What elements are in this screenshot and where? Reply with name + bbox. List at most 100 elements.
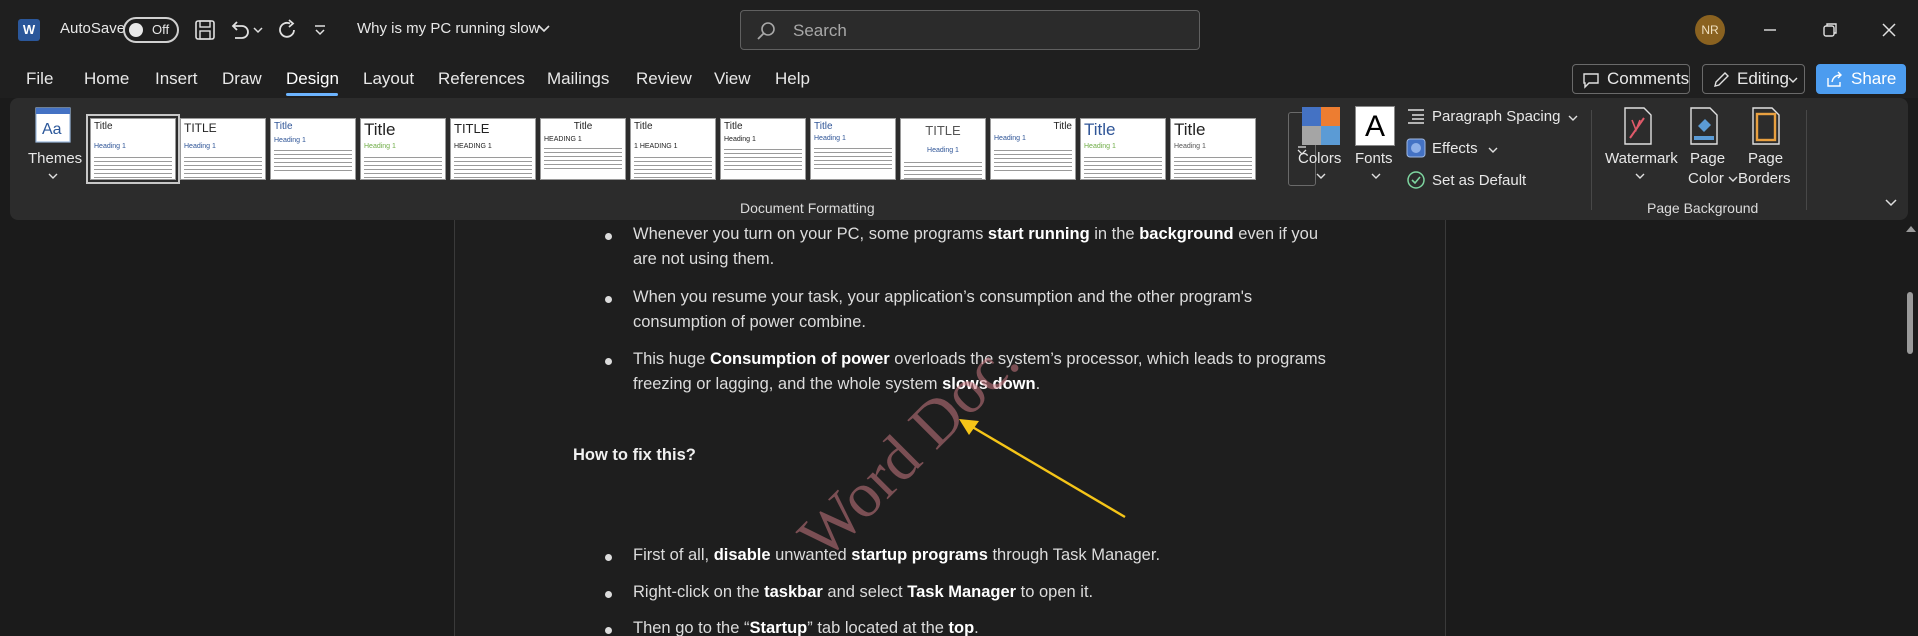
document-title[interactable]: Why is my PC running slow: [357, 20, 540, 37]
checkmark-icon[interactable]: [1406, 170, 1426, 190]
style-set-thumb[interactable]: Title Heading 1: [270, 118, 356, 180]
themes-icon[interactable]: Aa: [34, 106, 72, 144]
user-avatar[interactable]: NR: [1695, 15, 1725, 45]
undo-icon[interactable]: [225, 16, 253, 44]
style-set-thumb[interactable]: Title Heading 1: [720, 118, 806, 180]
scroll-thumb[interactable]: [1907, 292, 1913, 354]
colors-chevron-down-icon[interactable]: [1316, 172, 1326, 180]
share-icon: [1827, 71, 1842, 87]
watermark-chevron-icon[interactable]: [1635, 172, 1645, 180]
tab-layout[interactable]: Layout: [363, 69, 414, 89]
style-set-thumb[interactable]: Title Heading 1: [810, 118, 896, 180]
watermark-label[interactable]: Watermark: [1605, 150, 1678, 167]
save-icon[interactable]: [191, 16, 219, 44]
colors-label[interactable]: Colors: [1298, 150, 1341, 167]
paragraph-spacing-icon[interactable]: [1406, 106, 1426, 126]
style-heading-text: Heading 1: [724, 136, 756, 143]
bullet-marker: [605, 554, 612, 561]
tab-help[interactable]: Help: [775, 69, 810, 89]
tab-mailings[interactable]: Mailings: [547, 69, 609, 89]
effects-label[interactable]: Effects: [1432, 140, 1478, 157]
page-background-group-label: Page Background: [1647, 200, 1759, 216]
ribbon-separator: [1806, 110, 1807, 210]
list-item[interactable]: Whenever you turn on your PC, some progr…: [633, 222, 1318, 271]
scroll-up-arrow-icon[interactable]: [1906, 226, 1916, 232]
section-heading[interactable]: How to fix this?: [573, 446, 696, 465]
style-set-thumb[interactable]: Title Heading 1: [990, 118, 1076, 180]
comments-button[interactable]: Comments: [1572, 64, 1690, 94]
style-body-lines: [364, 154, 442, 178]
style-set-thumb[interactable]: Title HEADING 1: [540, 118, 626, 180]
style-set-thumb[interactable]: Title Heading 1: [1080, 118, 1166, 180]
themes-label[interactable]: Themes: [28, 150, 82, 167]
style-heading-text: Heading 1: [994, 135, 1026, 142]
effects-icon[interactable]: [1406, 138, 1426, 158]
style-heading-text: HEADING 1: [544, 136, 582, 143]
document-formatting-group-label: Document Formatting: [740, 200, 875, 216]
list-item[interactable]: When you resume your task, your applicat…: [633, 285, 1252, 334]
style-body-lines: [454, 154, 532, 178]
set-as-default-label[interactable]: Set as Default: [1432, 172, 1526, 189]
list-item[interactable]: First of all, disable unwanted startup p…: [633, 543, 1160, 568]
restore-icon[interactable]: [1814, 14, 1846, 46]
page-color-icon[interactable]: [1688, 106, 1720, 146]
tab-home[interactable]: Home: [84, 69, 129, 89]
list-item[interactable]: Right-click on the taskbar and select Ta…: [633, 580, 1093, 605]
collapse-ribbon-chevron-icon[interactable]: [1884, 198, 1898, 208]
watermark-icon[interactable]: [1622, 106, 1654, 146]
autosave-toggle[interactable]: Off: [123, 17, 179, 43]
style-title-text: Title: [364, 120, 396, 139]
tab-view[interactable]: View: [714, 69, 751, 89]
undo-dropdown-chevron-icon[interactable]: [252, 16, 264, 44]
style-title-text: Title: [1053, 121, 1072, 132]
style-body-lines: [994, 147, 1072, 171]
style-body-lines: [1174, 154, 1252, 178]
style-heading-text: Heading 1: [274, 137, 306, 144]
themes-chevron-down-icon[interactable]: [48, 172, 58, 180]
paragraph-spacing-chevron-icon[interactable]: [1568, 114, 1578, 122]
paragraph-spacing-label[interactable]: Paragraph Spacing: [1432, 108, 1560, 125]
share-button[interactable]: Share: [1816, 64, 1906, 94]
arrow-annotation-icon: [959, 419, 1126, 519]
toggle-knob: [129, 23, 143, 37]
tab-references[interactable]: References: [438, 69, 525, 89]
style-set-thumb[interactable]: Title Heading 1: [86, 114, 180, 184]
tab-design[interactable]: Design: [286, 69, 339, 89]
tab-file[interactable]: File: [26, 69, 53, 89]
minimize-icon[interactable]: [1754, 14, 1786, 46]
style-set-thumb[interactable]: Title Heading 1: [360, 118, 446, 180]
style-set-thumb[interactable]: Title 1 HEADING 1: [630, 118, 716, 180]
effects-chevron-icon[interactable]: [1488, 146, 1498, 154]
redo-icon[interactable]: [274, 16, 302, 44]
list-item[interactable]: Then go to the “Startup” tab located at …: [633, 616, 979, 636]
document-canvas[interactable]: Whenever you turn on your PC, some progr…: [0, 220, 1918, 636]
tab-draw[interactable]: Draw: [222, 69, 262, 89]
tab-insert[interactable]: Insert: [155, 69, 198, 89]
customize-quick-access-icon[interactable]: [312, 16, 328, 44]
vertical-scrollbar[interactable]: [1903, 220, 1918, 636]
tab-review[interactable]: Review: [636, 69, 692, 89]
style-set-thumb[interactable]: Title Heading 1: [1170, 118, 1256, 180]
editing-chevron-down-icon: [1788, 77, 1798, 83]
style-body-lines: [274, 147, 352, 171]
title-chevron-down-icon[interactable]: [536, 18, 552, 38]
search-box[interactable]: Search: [740, 10, 1200, 50]
close-icon[interactable]: [1873, 14, 1905, 46]
style-heading-text: Heading 1: [1084, 143, 1116, 150]
editing-mode-button[interactable]: Editing: [1702, 64, 1805, 94]
style-set-thumb[interactable]: TITLE Heading 1: [900, 118, 986, 180]
ribbon-separator: [1591, 110, 1592, 210]
style-set-thumb[interactable]: TITLE HEADING 1: [450, 118, 536, 180]
fonts-label[interactable]: Fonts: [1355, 150, 1393, 167]
page-borders-label-line2[interactable]: Borders: [1738, 170, 1791, 187]
fonts-chevron-down-icon[interactable]: [1371, 172, 1381, 180]
style-set-thumb[interactable]: TITLE Heading 1: [180, 118, 266, 180]
colors-icon[interactable]: [1301, 106, 1341, 146]
style-body-lines: [904, 159, 982, 179]
page-borders-label-line1[interactable]: Page: [1748, 150, 1783, 167]
fonts-icon[interactable]: A: [1355, 106, 1395, 146]
page-color-chevron-icon[interactable]: [1728, 175, 1738, 183]
page-color-label-line1[interactable]: Page: [1690, 150, 1725, 167]
page-borders-icon[interactable]: [1750, 106, 1782, 146]
page-color-label-line2[interactable]: Color: [1688, 170, 1724, 187]
